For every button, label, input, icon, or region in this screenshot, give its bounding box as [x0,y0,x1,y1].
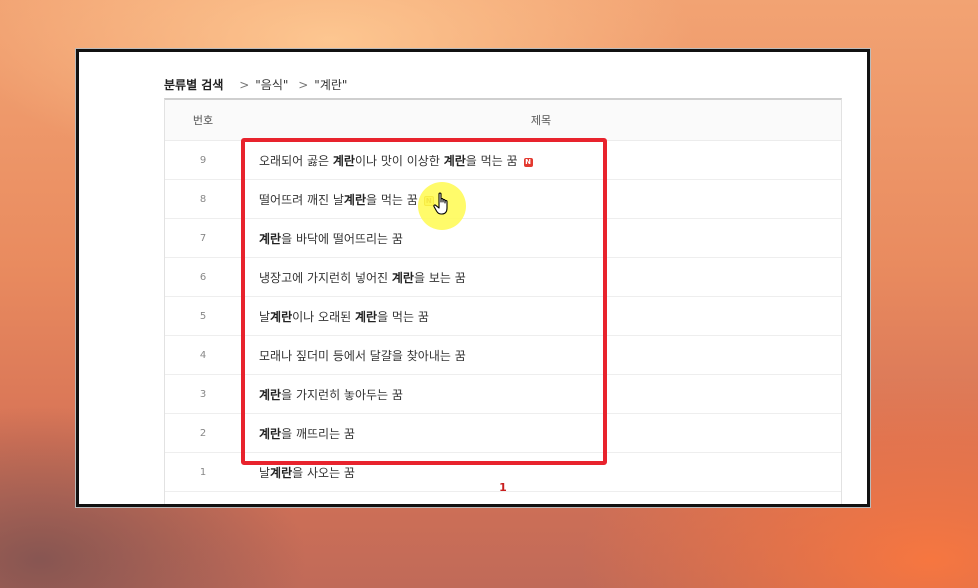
row-number: 8 [165,179,241,219]
title-text: 을 먹는 꿈 [377,309,429,324]
breadcrumb-separator: > [239,78,250,92]
breadcrumb: 분류별 검색 > "음식" > "계란" [164,76,347,93]
title-text: 을 먹는 꿈 [465,153,518,168]
row-title-link[interactable]: 오래되어 곯은 계란이나 맛이 이상한 계란을 먹는 꿈N [241,140,841,180]
title-keyword-highlight: 계란 [259,426,282,441]
row-number: 6 [165,257,241,297]
breadcrumb-separator: > [298,78,309,92]
title-text: 이나 맛이 이상한 [354,153,444,168]
results-table-container: 번호 제목 9 오래되어 곯은 계란이나 맛이 이상한 계란을 먹는 꿈 N 8 떨어뜨… [164,98,842,504]
title-text: 날 [259,465,271,480]
title-text: 떨어뜨려 깨진 날 [259,192,344,207]
row-title-link[interactable]: 떨어뜨려 깨진 날계란을 먹는 꿈N [241,179,841,219]
row-number: 5 [165,296,241,336]
title-text: 모래나 짚더미 등에서 달걀을 찾아내는 꿈 [259,348,466,363]
title-keyword-highlight: 계란 [332,153,355,168]
title-text: 을 사오는 꿈 [292,465,355,480]
column-header-number: 번호 [165,100,241,141]
title-text: 을 보는 꿈 [413,270,466,285]
title-text: 을 먹는 꿈 [366,192,418,207]
new-badge-icon: N [523,157,533,167]
row-number: 2 [165,413,241,453]
title-text: 을 가지런히 놓아두는 꿈 [281,387,403,402]
table-row[interactable]: 2 계란을 깨뜨리는 꿈 [165,413,841,453]
results-table: 번호 제목 9 오래되어 곯은 계란이나 맛이 이상한 계란을 먹는 꿈 N 8 떨어뜨… [165,100,841,492]
title-keyword-highlight: 계란 [391,270,414,285]
title-text: 오래되어 곯은 [259,153,333,168]
browser-window: 분류별 검색 > "음식" > "계란" 번호 제목 9 오래되어 곯은 계란이나 맛… [75,48,871,508]
title-keyword-highlight: 계란 [259,231,282,246]
row-title-link[interactable]: 계란을 바닥에 떨어뜨리는 꿈 [241,218,841,258]
title-text: 이나 오래된 [292,309,355,324]
row-title-link[interactable]: 날계란이나 오래된 계란을 먹는 꿈 [241,296,841,336]
column-header-title: 제목 [241,100,841,141]
title-keyword-highlight: 계란 [354,309,378,324]
title-keyword-highlight: 계란 [259,387,282,402]
table-header-row: 번호 제목 [165,100,841,141]
row-title-link[interactable]: 계란을 깨뜨리는 꿈 [241,413,841,453]
title-keyword-highlight: 계란 [443,153,466,168]
row-number: 4 [165,335,241,375]
table-row[interactable]: 8떨어뜨려 깨진 날계란을 먹는 꿈N [165,179,841,219]
page-number-current[interactable]: 1 [499,481,507,494]
title-text: 을 깨뜨리는 꿈 [281,426,355,441]
table-row[interactable]: 4 모래나 짚더미 등에서 달걀을 찾아내는 꿈 [165,335,841,375]
breadcrumb-root[interactable]: 분류별 검색 [164,78,223,92]
row-number: 9 [165,140,241,180]
table-row[interactable]: 7 계란을 바닥에 떨어뜨리는 꿈 [165,218,841,258]
table-row[interactable]: 9 오래되어 곯은 계란이나 맛이 이상한 계란을 먹는 꿈N [165,140,841,180]
row-number: 3 [165,374,241,414]
breadcrumb-item-category[interactable]: "음식" [255,78,288,92]
pagination: 1 [165,481,841,494]
title-keyword-highlight: 계란 [270,309,293,324]
hand-pointer-icon [433,192,448,215]
title-text: 냉장고에 가지런히 넣어진 [259,270,392,285]
title-keyword-highlight: 계란 [343,192,367,207]
breadcrumb-item-keyword[interactable]: "계란" [314,78,347,92]
table-body: 9 오래되어 곯은 계란이나 맛이 이상한 계란을 먹는 꿈 N 8 떨어뜨려 깨진 날… [165,140,841,492]
title-text: 날 [259,309,271,324]
row-title-link[interactable]: 계란을 가지런히 놓아두는 꿈 [241,374,841,414]
table-row[interactable]: 3 계란을 가지런히 놓아두는 꿈 [165,374,841,414]
table-row[interactable]: 6 냉장고에 가지런히 넣어진 계란을 보는 꿈 [165,257,841,297]
row-title-link[interactable]: 냉장고에 가지런히 넣어진 계란을 보는 꿈 [241,257,841,297]
title-keyword-highlight: 계란 [270,465,293,480]
row-number: 7 [165,218,241,258]
table-row[interactable]: 5 날계란이나 오래된 계란을 먹는 꿈 [165,296,841,336]
row-title-link[interactable]: 모래나 짚더미 등에서 달걀을 찾아내는 꿈 [241,335,841,375]
title-text: 을 바닥에 떨어뜨리는 꿈 [281,231,403,246]
